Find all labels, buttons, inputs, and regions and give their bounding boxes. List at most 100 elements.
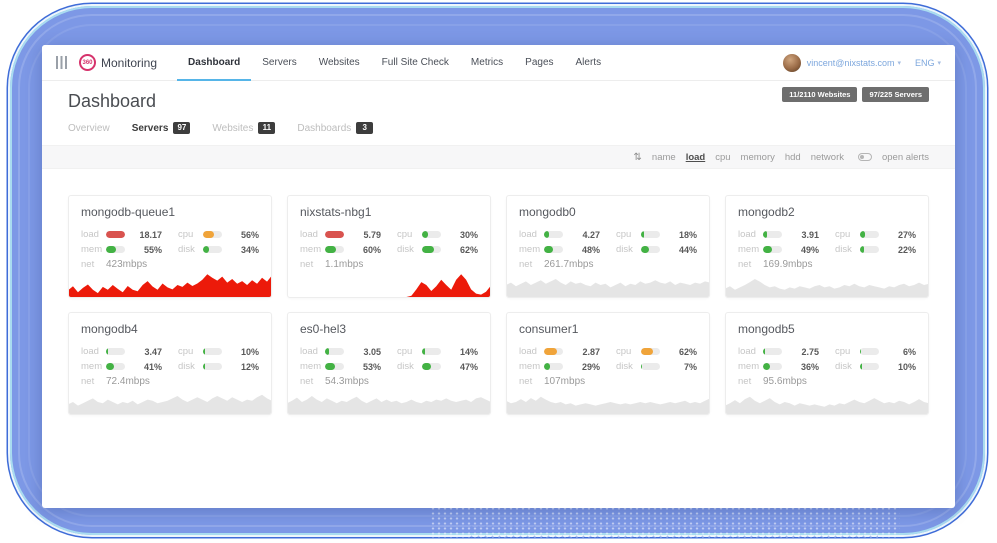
sort-by-memory[interactable]: memory [741, 152, 775, 163]
load-bar-track [106, 231, 125, 238]
metric-value: 49% [789, 245, 819, 255]
sort-by-name[interactable]: name [652, 152, 676, 163]
subtab-overview[interactable]: Overview [68, 123, 110, 134]
nav-tab-dashboard[interactable]: Dashboard [177, 45, 251, 80]
metric-value: 41% [132, 362, 162, 372]
metric-row-net: net54.3mbps [300, 374, 381, 389]
nav-tab-servers[interactable]: Servers [251, 45, 307, 80]
page: 360 Monitoring DashboardServersWebsitesF… [0, 0, 997, 543]
metrics-grid: load3.47cpu10%mem41%disk12%net72.4mbps [81, 344, 259, 389]
server-name: es0-hel3 [300, 322, 478, 336]
sort-by-hdd[interactable]: hdd [785, 152, 801, 163]
server-card-mongodb-queue1[interactable]: mongodb-queue1load18.17cpu56%mem55%disk3… [68, 195, 272, 298]
nav-tabs: DashboardServersWebsitesFull Site CheckM… [177, 45, 612, 80]
server-card-mongodb4[interactable]: mongodb4load3.47cpu10%mem41%disk12%net72… [68, 312, 272, 415]
metric-label: net [738, 259, 763, 270]
metric-label: cpu [835, 346, 860, 357]
cpu-bar-fill [860, 231, 865, 238]
open-alerts-toggle-icon[interactable] [858, 153, 872, 161]
net-value: 1.1mbps [325, 259, 363, 270]
server-card-mongodb0[interactable]: mongodb0load4.27cpu18%mem48%disk44%net26… [506, 195, 710, 298]
load-bar-track [544, 231, 563, 238]
metric-row-load: load2.87 [519, 344, 600, 359]
metric-row-disk: disk10% [835, 359, 916, 374]
mem-bar-fill [544, 246, 553, 253]
metric-row-cpu: cpu56% [178, 227, 259, 242]
user-avatar[interactable] [783, 54, 801, 72]
sort-by-load[interactable]: load [686, 152, 706, 163]
metric-row-mem: mem36% [738, 359, 819, 374]
mem-bar-fill [106, 363, 114, 370]
server-name: nixstats-nbg1 [300, 205, 478, 219]
net-value: 72.4mbps [106, 376, 150, 387]
metric-row-cpu: cpu27% [835, 227, 916, 242]
nav-tab-full-site-check[interactable]: Full Site Check [371, 45, 460, 80]
metric-label: mem [81, 361, 106, 372]
cpu-bar-track [860, 348, 879, 355]
disk-bar-track [422, 363, 441, 370]
language-menu[interactable]: ENG [915, 58, 935, 68]
sparkline-chart [287, 388, 491, 414]
metric-value: 48% [570, 245, 600, 255]
nav-tab-websites[interactable]: Websites [308, 45, 371, 80]
metrics-grid: load2.87cpu62%mem29%disk7%net107mbps [519, 344, 697, 389]
subtab-label: Dashboards [297, 123, 351, 134]
metric-value: 10% [229, 347, 259, 357]
disk-bar-fill [641, 246, 649, 253]
servers-summary-badge[interactable]: 97/225 Servers [862, 87, 929, 102]
metric-label: disk [835, 244, 860, 255]
brand-logo[interactable]: 360 Monitoring [79, 45, 157, 80]
sort-by-cpu[interactable]: cpu [715, 152, 730, 163]
disk-bar-track [422, 246, 441, 253]
metric-label: mem [300, 244, 325, 255]
metric-row-mem: mem48% [519, 242, 600, 257]
metrics-grid: load5.79cpu30%mem60%disk62%net1.1mbps [300, 227, 478, 272]
server-card-nixstats-nbg1[interactable]: nixstats-nbg1 load5.79cpu30%mem60%disk62%… [287, 195, 491, 298]
metric-label: net [738, 376, 763, 387]
nav-tab-alerts[interactable]: Alerts [565, 45, 613, 80]
server-card-es0-hel3[interactable]: es0-hel3load3.05cpu14%mem53%disk47%net54… [287, 312, 491, 415]
user-email-menu[interactable]: vincent@nixstats.com [807, 58, 895, 68]
server-name: consumer1 [519, 322, 697, 336]
net-value: 95.6mbps [763, 376, 807, 387]
chevron-down-icon: ▾ [937, 59, 941, 67]
subtab-websites[interactable]: Websites11 [212, 122, 275, 134]
net-value: 169.9mbps [763, 259, 812, 270]
subtab-servers[interactable]: Servers97 [132, 122, 191, 134]
metric-label: cpu [835, 229, 860, 240]
metric-row-load: load3.91 [738, 227, 819, 242]
metric-row-disk: disk44% [616, 242, 697, 257]
logo-360-icon: 360 [79, 54, 96, 71]
metric-value: 29% [570, 362, 600, 372]
subtab-dashboards[interactable]: Dashboards3 [297, 122, 373, 134]
metric-label: net [519, 259, 544, 270]
metric-label: load [300, 346, 325, 357]
load-bar-fill [544, 348, 557, 355]
app-window: 360 Monitoring DashboardServersWebsitesF… [42, 45, 955, 508]
disk-bar-track [641, 246, 660, 253]
server-card-mongodb2[interactable]: mongodb2load3.91cpu27%mem49%disk22%net16… [725, 195, 929, 298]
metric-row-net: net169.9mbps [738, 257, 819, 272]
mem-bar-fill [544, 363, 550, 370]
mem-bar-fill [763, 363, 770, 370]
metric-label: disk [397, 244, 422, 255]
sparkline-chart [506, 271, 710, 297]
metric-label: net [300, 376, 325, 387]
net-value: 261.7mbps [544, 259, 593, 270]
nav-tab-metrics[interactable]: Metrics [460, 45, 514, 80]
mem-bar-track [106, 363, 125, 370]
server-card-consumer1[interactable]: consumer1 load2.87cpu62%mem29%disk7%net10… [506, 312, 710, 415]
apps-grid-icon[interactable] [56, 56, 67, 69]
nav-tab-pages[interactable]: Pages [514, 45, 564, 80]
websites-summary-badge[interactable]: 11/2110 Websites [782, 87, 857, 102]
metric-label: load [300, 229, 325, 240]
metric-row-mem: mem 41% [81, 359, 162, 374]
load-bar-track [544, 348, 563, 355]
metric-label: disk [835, 361, 860, 372]
server-card-mongodb5[interactable]: mongodb5load2.75cpu6%mem36%disk10%net95.… [725, 312, 929, 415]
load-bar-fill [544, 231, 549, 238]
metric-value: 14% [448, 347, 478, 357]
sort-by-network[interactable]: network [811, 152, 844, 163]
open-alerts-label[interactable]: open alerts [882, 152, 929, 163]
cpu-bar-fill [641, 348, 653, 355]
